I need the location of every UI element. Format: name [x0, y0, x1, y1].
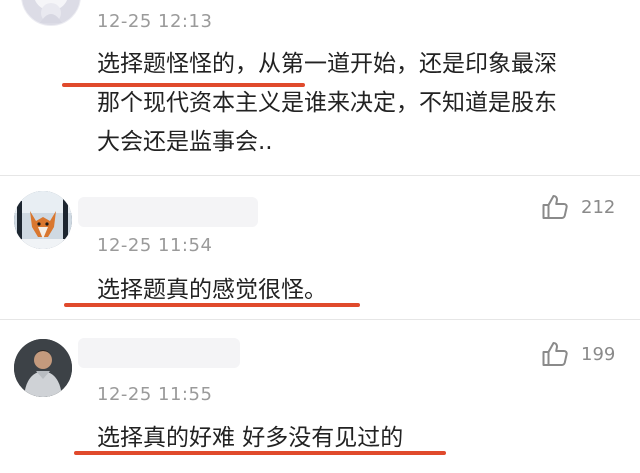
like-button[interactable]: 212: [541, 193, 615, 221]
thumbs-up-icon: [541, 193, 569, 221]
comment-item: 199 12-25 11:55 选择真的好难 好多没有见过的: [0, 320, 640, 473]
comment-timestamp: 12-25 11:54: [97, 235, 213, 256]
comment-timestamp: 12-25 12:13: [97, 11, 213, 32]
highlight-underline: [62, 83, 305, 87]
username-placeholder[interactable]: [78, 197, 258, 227]
comment-text: 选择题怪怪的，从第一道开始，还是印象最深 那个现代资本主义是谁来决定，不知道是股…: [97, 51, 557, 155]
comment-timestamp: 12-25 11:55: [97, 384, 213, 405]
avatar[interactable]: [14, 339, 72, 397]
comment-item: 12-25 12:13 选择题怪怪的，从第一道开始，还是印象最深 那个现代资本主…: [0, 0, 640, 180]
highlight-underline: [74, 451, 446, 455]
avatar[interactable]: [14, 191, 72, 249]
like-count: 199: [581, 343, 616, 365]
thumbs-up-icon: [541, 340, 569, 368]
like-count: 212: [581, 196, 616, 218]
username-placeholder[interactable]: [78, 338, 240, 368]
like-button[interactable]: 199: [541, 340, 615, 368]
avatar[interactable]: [21, 0, 81, 26]
highlight-underline: [64, 303, 360, 307]
comment-item: 212 12-25 11:54 选择题真的感觉很怪。: [0, 176, 640, 318]
